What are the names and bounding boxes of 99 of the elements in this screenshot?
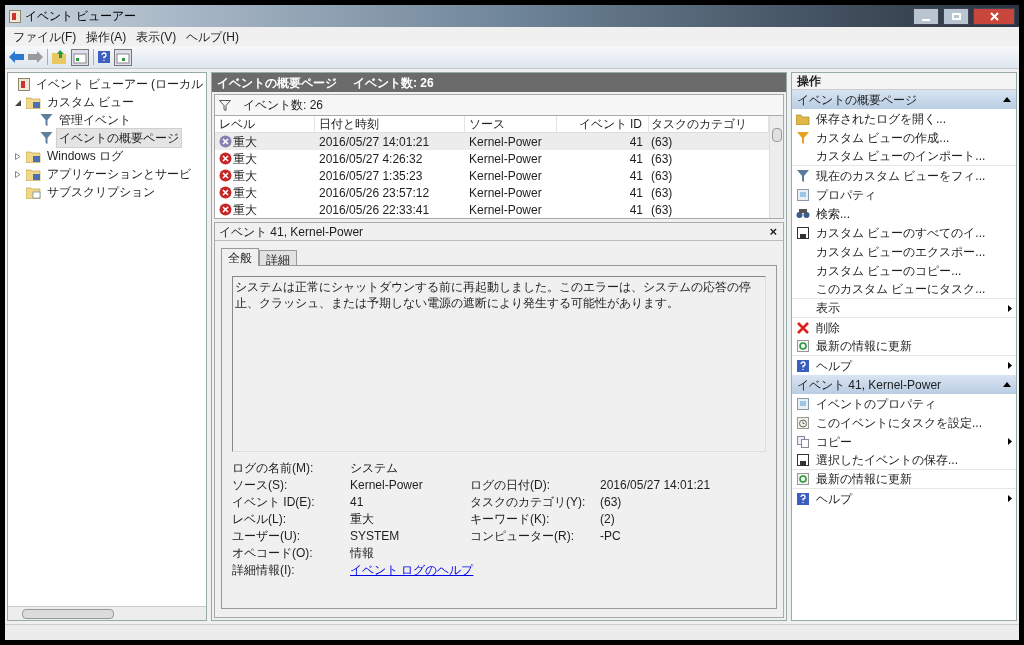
action-item[interactable]: このカスタム ビューにタスク...	[792, 280, 1016, 299]
tab[interactable]: 全般	[221, 248, 259, 266]
table-cell: 2016/05/27 14:01:21	[319, 134, 430, 149]
table-cell-text: 重大	[233, 167, 257, 185]
field-label: ユーザー(U):	[232, 529, 300, 543]
table-cell: 41	[629, 185, 643, 200]
tree-item[interactable]: アプリケーションとサービ	[44, 164, 194, 184]
event-row[interactable]: 重大 2016/05/27 1:35:23 Kernel-Power 41 (63)	[215, 167, 769, 184]
table-cell: (63)	[651, 168, 673, 183]
table-cell: (63)	[651, 185, 673, 200]
table-cell: Kernel-Power	[469, 185, 542, 200]
column-header[interactable]: レベル	[215, 116, 315, 132]
action-item[interactable]: 最新の情報に更新	[792, 337, 1016, 356]
field-label: コンピューター(R):	[470, 529, 574, 543]
field-value: 2016/05/27 14:01:21	[600, 477, 711, 494]
tree-item[interactable]: 管理イベント	[56, 110, 134, 130]
menu-item[interactable]: ファイル(F)	[9, 27, 81, 46]
field-label: ログの日付(D):	[470, 478, 550, 492]
action-item[interactable]: 選択したイベントの保存...	[792, 451, 1016, 470]
table-cell-text: 重大	[233, 184, 257, 202]
section-header[interactable]: イベント 41, Kernel-Power	[792, 375, 1016, 394]
action-item[interactable]: ヘルプ	[792, 489, 1016, 508]
event-row[interactable]: 重大 2016/05/26 22:33:41 Kernel-Power 41 (63)	[215, 201, 769, 218]
tree-item[interactable]: Windows ログ	[44, 146, 126, 166]
field-value: Kernel-Power	[350, 478, 423, 492]
action-item[interactable]: カスタム ビューのコピー...	[792, 261, 1016, 280]
event-count: イベント数: 26	[353, 74, 434, 92]
field-label: レベル(L):	[232, 512, 286, 526]
field-value: 41	[350, 495, 364, 509]
tree-item[interactable]: カスタム ビュー	[44, 92, 138, 112]
action-item[interactable]: このイベントにタスクを設定...	[792, 413, 1016, 432]
action-item[interactable]: 検索...	[792, 204, 1016, 223]
detail-title: イベント 41, Kernel-Power	[219, 223, 364, 241]
table-cell: 2016/05/26 22:33:41	[319, 202, 430, 217]
field-label: ソース(S):	[232, 478, 288, 492]
field-value: 重大	[350, 512, 374, 526]
action-item[interactable]: 表示	[792, 299, 1016, 318]
message-box: システムは正常にシャットダウンする前に再起動しました。このエラーは、システムの応答の停止、クラッシュ、または予期しない電源の遮断により発生する可能性があります。	[232, 276, 766, 452]
field-value: 情報	[350, 546, 374, 560]
action-item[interactable]: カスタム ビューのエクスポー...	[792, 242, 1016, 261]
field-value: (2)	[600, 511, 615, 528]
field-label: オペコード(O):	[232, 546, 313, 560]
field-label: キーワード(K):	[470, 512, 550, 526]
field-label: タスクのカテゴリ(Y):	[470, 495, 586, 509]
table-cell: Kernel-Power	[469, 168, 542, 183]
menu-item[interactable]: 操作(A)	[82, 27, 131, 46]
table-cell: Kernel-Power	[469, 202, 542, 217]
tree-item[interactable]: イベント ビューアー (ローカル	[33, 74, 206, 94]
table-cell: (63)	[651, 151, 673, 166]
action-item[interactable]: 削除	[792, 318, 1016, 337]
filter-count: イベント数: 26	[243, 97, 323, 114]
column-header[interactable]: ソース	[465, 116, 557, 132]
action-item[interactable]: 保存されたログを開く...	[792, 109, 1016, 128]
action-item[interactable]: カスタム ビューのインポート...	[792, 147, 1016, 166]
column-header[interactable]: 日付と時刻	[315, 116, 465, 132]
table-cell: 2016/05/27 1:35:23	[319, 168, 423, 183]
event-row[interactable]: 重大 2016/05/27 14:01:21 Kernel-Power 41 (63)	[215, 133, 769, 150]
action-item[interactable]: 最新の情報に更新	[792, 470, 1016, 489]
section-header[interactable]: イベントの概要ページ	[792, 90, 1016, 109]
close-button[interactable]: ×	[767, 225, 779, 238]
table-cell: (63)	[651, 202, 673, 217]
event-row[interactable]: 重大 2016/05/27 4:26:32 Kernel-Power 41 (63)	[215, 150, 769, 167]
column-header[interactable]: イベント ID	[557, 116, 649, 132]
action-item[interactable]: カスタム ビューの作成...	[792, 128, 1016, 147]
action-item[interactable]: コピー	[792, 432, 1016, 451]
action-item[interactable]: ヘルプ	[792, 356, 1016, 375]
action-item[interactable]: カスタム ビューのすべてのイ...	[792, 223, 1016, 242]
menu-item[interactable]: ヘルプ(H)	[182, 27, 243, 46]
event-row[interactable]: 重大 2016/05/26 23:57:12 Kernel-Power 41 (63)	[215, 184, 769, 201]
actions-title: 操作	[792, 73, 1016, 90]
field-value: システム	[350, 461, 398, 475]
help-link[interactable]: イベント ログのヘルプ	[350, 563, 474, 577]
summary-title: イベントの概要ページ	[217, 74, 337, 92]
action-item[interactable]: プロパティ	[792, 185, 1016, 204]
table-cell-text: 重大	[233, 133, 257, 151]
field-value: SYSTEM	[350, 529, 400, 543]
window-title: イベント ビューアー	[25, 8, 137, 25]
field-label: イベント ID(E):	[232, 495, 315, 509]
table-cell: 41	[629, 202, 643, 217]
field-label: 詳細情報(I):	[232, 563, 295, 577]
table-cell: Kernel-Power	[469, 134, 542, 149]
table-cell: 41	[629, 134, 643, 149]
table-cell-text: 重大	[233, 150, 257, 168]
menu-item[interactable]: 表示(V)	[132, 27, 181, 46]
table-cell: 2016/05/26 23:57:12	[319, 185, 430, 200]
field-value: -PC	[600, 528, 621, 545]
action-item[interactable]: イベントのプロパティ	[792, 394, 1016, 413]
tree-item[interactable]: イベントの概要ページ	[56, 128, 182, 148]
table-cell: (63)	[651, 134, 673, 149]
tree-item[interactable]: サブスクリプション	[44, 182, 158, 202]
action-item[interactable]: 現在のカスタム ビューをフィ...	[792, 166, 1016, 185]
table-cell-text: 重大	[233, 201, 257, 219]
table-cell: 41	[629, 151, 643, 166]
table-cell: 2016/05/27 4:26:32	[319, 151, 423, 166]
table-cell: Kernel-Power	[469, 151, 542, 166]
field-value: (63)	[600, 494, 622, 511]
table-cell: 41	[629, 168, 643, 183]
field-label: ログの名前(M):	[232, 461, 314, 475]
tab[interactable]: 詳細	[259, 250, 297, 265]
